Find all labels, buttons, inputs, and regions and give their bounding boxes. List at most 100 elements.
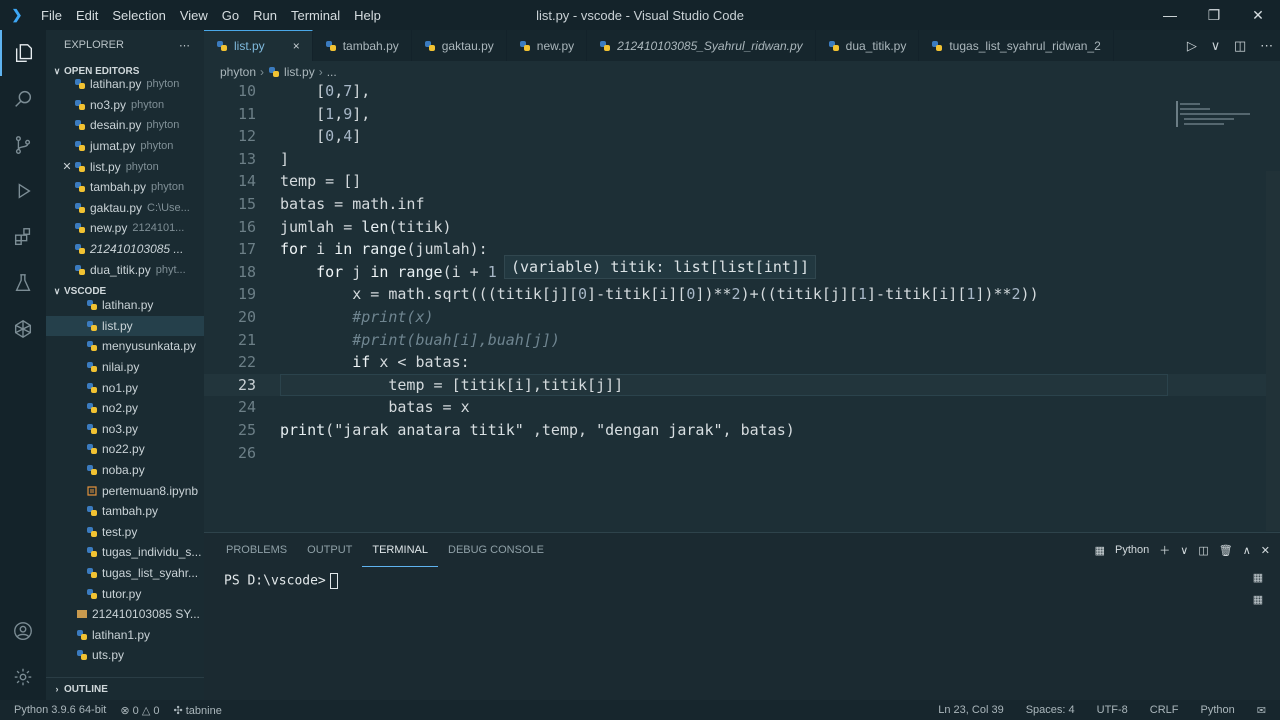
outline-section[interactable]: › OUTLINE [46, 677, 204, 700]
file-name: tambah.py [102, 504, 159, 519]
minimize-icon[interactable]: — [1148, 0, 1192, 30]
file-name: test.py [102, 524, 138, 539]
more-actions-icon[interactable]: ⋯ [179, 39, 190, 52]
open-editor-item[interactable]: jumat.py phyton [46, 136, 204, 157]
split-terminal-icon[interactable]: ◫ [1198, 544, 1208, 557]
explorer-file-item[interactable]: nilai.py [46, 357, 204, 378]
end-of-line[interactable]: CRLF [1150, 704, 1179, 717]
extensions-icon[interactable] [0, 214, 46, 260]
remote-explorer-icon[interactable] [0, 306, 46, 352]
terminal-instance-icon[interactable]: ▦ [1248, 567, 1268, 587]
explorer-icon[interactable] [0, 30, 46, 76]
open-editor-item[interactable]: 212410103085 ... [46, 239, 204, 260]
open-editor-item[interactable]: dua_titik.py phyt... [46, 259, 204, 280]
source-control-icon[interactable] [0, 122, 46, 168]
notifications-icon[interactable]: ✉ [1257, 704, 1266, 717]
close-tab-icon[interactable]: × [293, 39, 300, 53]
encoding[interactable]: UTF-8 [1097, 704, 1128, 717]
open-editor-item[interactable]: latihan.py phyton [46, 74, 204, 95]
explorer-file-item[interactable]: test.py [46, 521, 204, 542]
breadcrumb-file[interactable]: list.py [284, 65, 315, 79]
accounts-icon[interactable] [0, 608, 46, 654]
explorer-file-item[interactable]: uts.py [46, 645, 204, 666]
menu-run[interactable]: Run [246, 8, 284, 23]
menu-edit[interactable]: Edit [69, 8, 105, 23]
indentation[interactable]: Spaces: 4 [1026, 704, 1075, 717]
run-file-icon[interactable]: ▷ [1187, 38, 1197, 54]
tab-new-py[interactable]: new.py [507, 30, 588, 61]
open-editor-item[interactable]: tambah.py phyton [46, 177, 204, 198]
tab-212410103085-syahrul-ridwan-py[interactable]: 212410103085_Syahrul_ridwan.py [587, 30, 816, 61]
tabnine-status[interactable]: ✣ tabnine [173, 704, 221, 717]
explorer-file-item[interactable]: 212410103085 SY... [46, 604, 204, 625]
restore-icon[interactable]: ❐ [1192, 0, 1236, 30]
explorer-file-item[interactable]: latihan.py [46, 295, 204, 316]
open-editor-item[interactable]: new.py 2124101... [46, 218, 204, 239]
explorer-file-item[interactable]: no3.py [46, 419, 204, 440]
open-editor-item[interactable]: no3.py phyton [46, 95, 204, 116]
explorer-file-item[interactable]: no2.py [46, 398, 204, 419]
code-text: x = math.sqrt(((titik[j][0]-titik[i][0])… [280, 285, 1039, 304]
file-name: jumat.py [90, 139, 136, 154]
testing-icon[interactable] [0, 260, 46, 306]
explorer-file-item[interactable]: tutor.py [46, 583, 204, 604]
explorer-file-item[interactable]: menyusunkata.py [46, 336, 204, 357]
trash-icon[interactable]: 🗑 [1219, 544, 1233, 557]
explorer-file-item[interactable]: noba.py [46, 460, 204, 481]
breadcrumb-more[interactable]: ... [327, 65, 337, 79]
close-panel-icon[interactable]: ✕ [1261, 544, 1270, 557]
explorer-file-item[interactable]: latihan1.py [46, 624, 204, 645]
tab-tambah-py[interactable]: tambah.py [313, 30, 412, 61]
breadcrumb-folder[interactable]: phyton [220, 65, 256, 79]
run-debug-icon[interactable] [0, 168, 46, 214]
python-file-icon [87, 547, 97, 558]
menu-go[interactable]: Go [215, 8, 246, 23]
open-editor-item[interactable]: desain.py phyton [46, 115, 204, 136]
menu-selection[interactable]: Selection [105, 8, 172, 23]
tab-problems[interactable]: PROBLEMS [216, 533, 297, 567]
more-actions-icon[interactable]: ⋯ [1260, 38, 1273, 54]
menu-terminal[interactable]: Terminal [284, 8, 347, 23]
tab-tugas-list-syahrul-ridwan-2[interactable]: tugas_list_syahrul_ridwan_2 [919, 30, 1114, 61]
cursor-position[interactable]: Ln 23, Col 39 [938, 704, 1003, 717]
open-editor-item[interactable]: ✕ list.py phyton [46, 156, 204, 177]
explorer-file-item[interactable]: list.py [46, 315, 204, 337]
split-editor-icon[interactable]: ◫ [1234, 38, 1246, 54]
explorer-file-item[interactable]: tambah.py [46, 501, 204, 522]
explorer-file-item[interactable]: no1.py [46, 377, 204, 398]
tab-dua-titik-py[interactable]: dua_titik.py [816, 30, 920, 61]
close-icon[interactable]: ✕ [60, 160, 74, 173]
tab-output[interactable]: OUTPUT [297, 533, 362, 567]
menu-view[interactable]: View [173, 8, 215, 23]
tab-terminal[interactable]: TERMINAL [362, 533, 438, 567]
terminal-shell-label[interactable]: Python [1115, 544, 1149, 556]
problems-status[interactable]: ⊗ 0 △ 0 [120, 704, 159, 717]
open-editor-item[interactable]: gaktau.py C:\Use... [46, 198, 204, 219]
terminal-output[interactable]: PS D:\vscode> [224, 573, 338, 589]
explorer-file-item[interactable]: tugas_individu_s... [46, 542, 204, 563]
explorer-file-item[interactable]: pertemuan8.ipynb [46, 480, 204, 501]
chevron-down-icon[interactable]: ∨ [1180, 544, 1188, 557]
menu-help[interactable]: Help [347, 8, 388, 23]
chevron-right-icon: › [55, 684, 59, 694]
code-editor[interactable]: 10 [0,7], 11 [1,9], 12 [0,4] 13] 14 temp … [204, 83, 1280, 532]
tab-gaktau-py[interactable]: gaktau.py [412, 30, 507, 61]
search-icon[interactable] [0, 76, 46, 122]
file-path: phyton [125, 160, 159, 173]
new-terminal-icon[interactable]: ＋ [1159, 542, 1170, 558]
explorer-file-item[interactable]: tugas_list_syahr... [46, 563, 204, 584]
menu-file[interactable]: File [34, 8, 69, 23]
editor-scrollbar[interactable] [1266, 171, 1280, 531]
file-name: nilai.py [102, 360, 140, 375]
chevron-down-icon[interactable]: ∨ [1211, 38, 1221, 54]
tab-list-py[interactable]: list.py × [204, 30, 313, 61]
maximize-panel-icon[interactable]: ∧ [1243, 544, 1251, 557]
explorer-file-item[interactable]: no22.py [46, 439, 204, 460]
tab-debug-console[interactable]: DEBUG CONSOLE [438, 533, 554, 567]
terminal-instance-icon[interactable]: ▦ [1248, 589, 1268, 609]
language-mode[interactable]: Python [1201, 704, 1235, 717]
python-interpreter[interactable]: Python 3.9.6 64-bit [14, 704, 106, 717]
settings-gear-icon[interactable] [0, 654, 46, 700]
minimap[interactable] [1176, 83, 1266, 143]
close-window-icon[interactable]: ✕ [1236, 0, 1280, 30]
